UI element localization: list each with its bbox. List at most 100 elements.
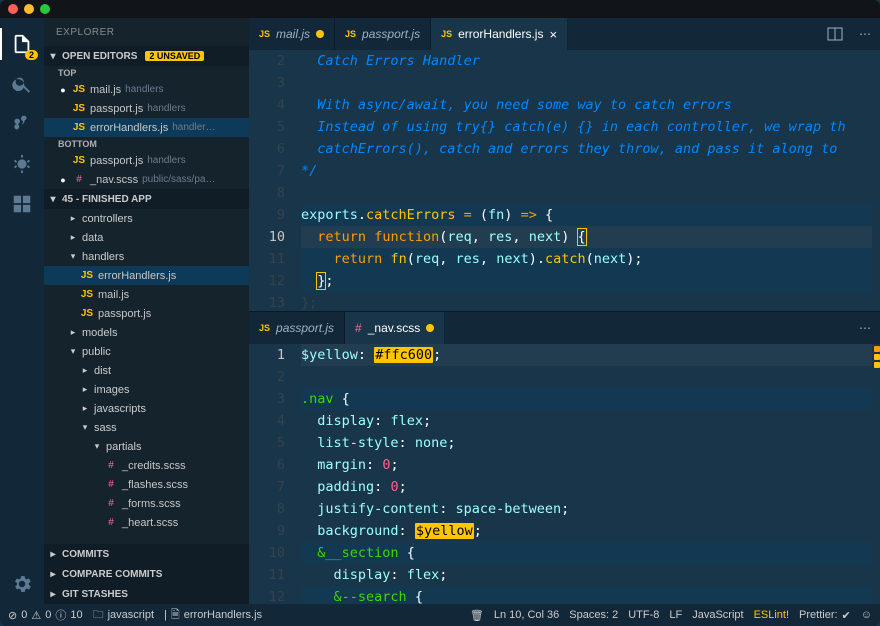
chevron-right-icon: ▸ (68, 232, 78, 243)
code-line[interactable]: display: flex; (301, 410, 872, 432)
status-feedback[interactable]: ☺ (861, 609, 872, 621)
code-line[interactable]: */ (301, 160, 872, 182)
dirty-indicator: ● (58, 85, 68, 95)
file-row[interactable]: #_heart.scss (44, 513, 249, 532)
folder-row[interactable]: ▸models (44, 323, 249, 342)
code-line[interactable]: Instead of using try{} catch(e) {} in ea… (301, 116, 872, 138)
code-line[interactable]: $yellow: #ffc600; (301, 344, 872, 366)
folder-row[interactable]: ▸dist (44, 361, 249, 380)
code-line[interactable]: With async/await, you need some way to c… (301, 94, 872, 116)
code-line[interactable]: }; (301, 270, 872, 292)
code-line[interactable]: display: flex; (301, 564, 872, 586)
tabbar-top: JSmail.jsJSpassport.jsJSerrorHandlers.js… (249, 18, 880, 50)
file-row[interactable]: JSpassport.js (44, 304, 249, 323)
split-editor-icon (827, 26, 843, 42)
activity-scm[interactable] (0, 104, 44, 144)
section-open-editors[interactable]: ▾ OPEN EDITORS 2 UNSAVED (44, 46, 249, 66)
js-file-icon: JS (72, 122, 86, 133)
chevron-right-icon: ▸ (80, 403, 90, 414)
trash-icon: 🗑 (470, 609, 484, 622)
open-editor-item[interactable]: JSerrorHandlers.js handler… (44, 118, 249, 137)
js-file-icon: JS (259, 323, 270, 333)
status-lang[interactable]: JavaScript (692, 609, 743, 621)
window-close[interactable] (8, 4, 18, 14)
open-editor-item[interactable]: JSpassport.js handlers (44, 151, 249, 170)
code-line[interactable] (301, 182, 872, 204)
activity-extensions[interactable] (0, 184, 44, 224)
explorer-badge: 2 (25, 50, 38, 60)
code-line[interactable] (301, 72, 872, 94)
section-project[interactable]: ▾ 45 - FINISHED APP (44, 189, 249, 209)
folder-row[interactable]: ▾sass (44, 418, 249, 437)
folder-row[interactable]: ▸images (44, 380, 249, 399)
editor-top[interactable]: 2345678910111213 Catch Errors Handler Wi… (249, 50, 880, 311)
folder-row[interactable]: ▸data (44, 228, 249, 247)
js-file-icon: JS (441, 29, 452, 39)
section-commits[interactable]: ▸COMMITS (44, 544, 249, 564)
js-file-icon: JS (72, 84, 86, 95)
editor-tab[interactable]: JSerrorHandlers.js× (431, 18, 568, 50)
section-compare-commits[interactable]: ▸COMPARE COMMITS (44, 564, 249, 584)
code-line[interactable]: catchErrors(), catch and errors they thr… (301, 138, 872, 160)
scss-file-icon: # (104, 479, 118, 490)
code-line[interactable] (301, 366, 872, 388)
chevron-right-icon: ▸ (80, 384, 90, 395)
activity-search[interactable] (0, 64, 44, 104)
code-line[interactable]: return fn(req, res, next).catch(next); (301, 248, 872, 270)
editor-bottom[interactable]: 123456789101112$yellow: #ffc600;.nav { d… (249, 344, 880, 605)
activity-explorer[interactable]: 2 (0, 24, 44, 64)
status-prettier[interactable]: Prettier: ✔ (799, 609, 851, 622)
editor-tab[interactable]: JSpassport.js (249, 312, 345, 344)
activity-debug[interactable] (0, 144, 44, 184)
code-line[interactable]: &__section { (301, 542, 872, 564)
status-encoding[interactable]: UTF-8 (628, 609, 659, 621)
code-line[interactable]: padding: 0; (301, 476, 872, 498)
window-minimize[interactable] (24, 4, 34, 14)
section-git-stashes[interactable]: ▸GIT STASHES (44, 584, 249, 604)
more-actions-button[interactable]: ⋯ (850, 312, 880, 344)
status-problems[interactable]: ⊘0 ⚠0 ⓘ10 (8, 607, 83, 623)
close-icon[interactable]: × (549, 27, 557, 42)
folder-row[interactable]: ▸javascripts (44, 399, 249, 418)
code-line[interactable]: }; (301, 292, 872, 311)
file-row[interactable]: #_flashes.scss (44, 475, 249, 494)
code-line[interactable]: &--search { (301, 586, 872, 605)
editor-tab[interactable]: #_nav.scss (345, 312, 445, 344)
status-spaces[interactable]: Spaces: 2 (569, 609, 618, 621)
file-row[interactable]: JSmail.js (44, 285, 249, 304)
folder-row[interactable]: ▸controllers (44, 209, 249, 228)
status-eslint[interactable]: ESLint! (754, 609, 789, 621)
open-editor-item[interactable]: ●#_nav.scss public/sass/pa… (44, 170, 249, 189)
code-line[interactable]: background: $yellow; (301, 520, 872, 542)
code-line[interactable]: list-style: none; (301, 432, 872, 454)
code-line[interactable]: .nav { (301, 388, 872, 410)
status-scope[interactable]: 🗀 javascript (93, 606, 154, 625)
status-file[interactable]: | 🗎 errorHandlers.js (164, 606, 262, 625)
editor-tab[interactable]: JSpassport.js (335, 18, 431, 50)
window-zoom[interactable] (40, 4, 50, 14)
more-icon: ⋯ (859, 321, 871, 335)
more-actions-button[interactable]: ⋯ (850, 18, 880, 50)
activity-settings[interactable] (0, 564, 44, 604)
split-editor-button[interactable] (820, 18, 850, 50)
file-row[interactable]: #_forms.scss (44, 494, 249, 513)
folder-row[interactable]: ▾public (44, 342, 249, 361)
code-line[interactable]: Catch Errors Handler (301, 50, 872, 72)
status-cursor[interactable]: Ln 10, Col 36 (494, 609, 559, 621)
code-line[interactable]: exports.catchErrors = (fn) => { (301, 204, 872, 226)
folder-row[interactable]: ▾partials (44, 437, 249, 456)
status-eol[interactable]: LF (669, 609, 682, 621)
editor-tab[interactable]: JSmail.js (249, 18, 335, 50)
code-line[interactable]: margin: 0; (301, 454, 872, 476)
chevron-right-icon: ▸ (68, 213, 78, 224)
file-row[interactable]: #_credits.scss (44, 456, 249, 475)
file-row[interactable]: JSerrorHandlers.js (44, 266, 249, 285)
chevron-down-icon: ▾ (68, 346, 78, 357)
code-line[interactable]: justify-content: space-between; (301, 498, 872, 520)
folder-row[interactable]: ▾handlers (44, 247, 249, 266)
code-line[interactable]: return function(req, res, next) { (301, 226, 872, 248)
folder-icon: 🗀 (93, 606, 104, 625)
open-editor-item[interactable]: ●JSmail.js handlers (44, 80, 249, 99)
status-trash[interactable]: 🗑 (470, 609, 484, 622)
open-editor-item[interactable]: JSpassport.js handlers (44, 99, 249, 118)
